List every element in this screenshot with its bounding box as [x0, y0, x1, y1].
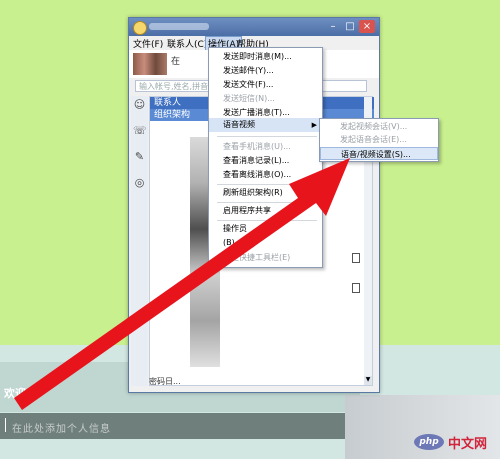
watermark-text: 中文网: [448, 436, 488, 452]
arrow-shape: [14, 158, 350, 410]
watermark-logo: php: [414, 434, 444, 450]
red-arrow-annotation: [14, 158, 350, 410]
watermark: php 中文网: [414, 433, 488, 452]
